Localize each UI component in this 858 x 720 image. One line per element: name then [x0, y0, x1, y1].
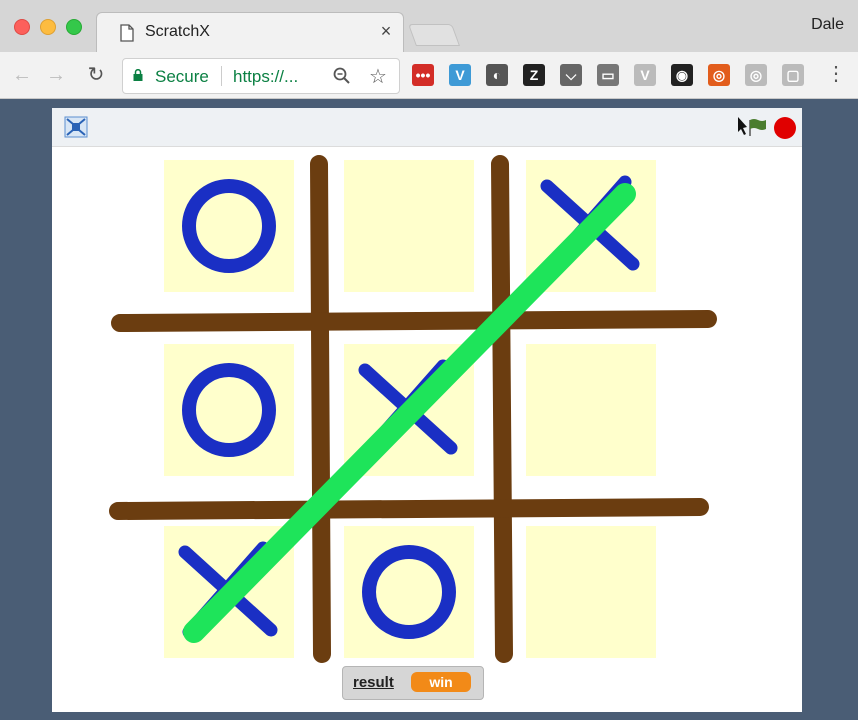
scratch-stage: result win — [52, 108, 802, 712]
board-cell-0-1[interactable] — [344, 160, 474, 292]
result-reporter: result win — [342, 666, 484, 700]
browser-toolbar: ← → ↻ Secure https://... ☆ ••• V ◐ Z ⌵ ▭ V ◉ ◎ ◎ ▢… — [0, 52, 858, 99]
profile-name[interactable]: Dale — [811, 16, 844, 34]
board-cell-2-2[interactable] — [526, 526, 656, 658]
address-bar[interactable]: Secure https://... ☆ — [122, 58, 400, 94]
browser-titlebar: ScratchX × Dale — [0, 0, 858, 53]
cast-extension-icon[interactable]: ▭ — [597, 64, 619, 86]
grid-line-vertical-1 — [310, 155, 331, 663]
minimize-window-button[interactable] — [40, 19, 56, 35]
zotero-extension-icon[interactable]: Z — [523, 64, 545, 86]
tab-title: ScratchX — [145, 23, 210, 40]
vuejs-extension-icon[interactable]: V — [449, 64, 471, 86]
green-flag-icon[interactable] — [732, 114, 766, 140]
grid-line-horizontal-2 — [109, 498, 709, 520]
window-extension-icon[interactable]: ▢ — [782, 64, 804, 86]
url-text[interactable]: https://... — [233, 67, 298, 87]
new-tab-button[interactable] — [407, 24, 461, 46]
board-cell-1-2[interactable] — [526, 344, 656, 476]
evernote-extension-icon[interactable]: ◐ — [486, 64, 508, 86]
fullscreen-icon[interactable] — [64, 116, 88, 138]
forward-button[interactable]: → — [44, 63, 68, 87]
magnifier-icon[interactable] — [333, 67, 351, 85]
bookmark-star-icon[interactable]: ☆ — [369, 64, 387, 89]
incognito-extension-icon[interactable]: ◉ — [671, 64, 693, 86]
back-button[interactable]: ← — [10, 63, 34, 87]
browser-tab[interactable]: ScratchX × — [96, 12, 404, 53]
reporter-label: result — [353, 674, 394, 691]
grey-circle-extension-icon[interactable]: ◎ — [745, 64, 767, 86]
lock-icon — [133, 69, 143, 81]
grid-line-horizontal-1 — [111, 310, 717, 332]
stage-controls-bar — [52, 108, 802, 147]
tab-close-icon[interactable]: × — [377, 22, 395, 40]
ubuntu-extension-icon[interactable]: ◎ — [708, 64, 730, 86]
close-window-button[interactable] — [14, 19, 30, 35]
document-icon — [120, 24, 134, 42]
browser-menu-icon[interactable]: ⋮ — [826, 62, 846, 86]
vimium-extension-icon[interactable]: V — [634, 64, 656, 86]
stop-button[interactable] — [774, 117, 796, 139]
maximize-window-button[interactable] — [66, 19, 82, 35]
secure-label: Secure — [155, 67, 209, 86]
reporter-value: win — [411, 672, 471, 692]
grid-line-vertical-2 — [491, 155, 513, 663]
lastpass-extension-icon[interactable]: ••• — [412, 64, 434, 86]
tic-tac-toe-board[interactable] — [52, 146, 802, 666]
pocket-extension-icon[interactable]: ⌵ — [560, 64, 582, 86]
reload-button[interactable]: ↻ — [84, 63, 108, 87]
url-separator — [221, 66, 222, 86]
